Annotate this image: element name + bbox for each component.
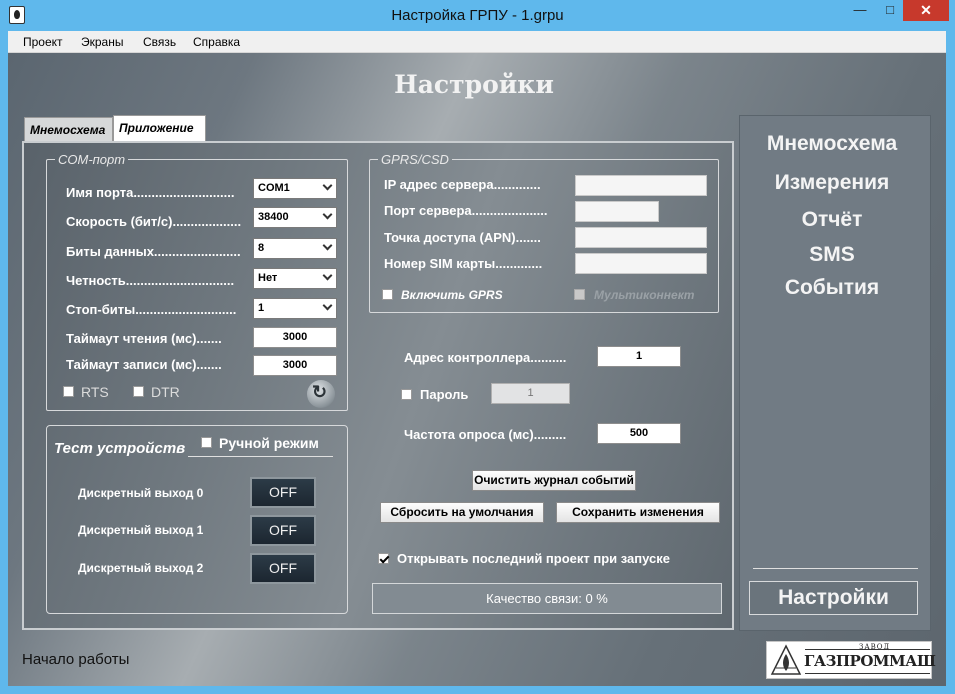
sim-input[interactable] xyxy=(575,253,707,274)
clear-log-button[interactable]: Очистить журнал событий xyxy=(472,470,636,491)
chevron-down-icon xyxy=(322,209,333,220)
minimize-button[interactable]: — xyxy=(843,0,877,21)
status-text: Начало работы xyxy=(22,651,130,668)
server-port-label: Порт сервера..................... xyxy=(384,203,548,218)
save-button[interactable]: Сохранить изменения xyxy=(556,502,720,523)
dtr-checkbox[interactable] xyxy=(133,386,144,397)
nav-sms[interactable]: SMS xyxy=(742,243,922,267)
enable-gprs-checkbox[interactable] xyxy=(382,289,393,300)
close-button[interactable]: ✕ xyxy=(903,0,949,21)
password-checkbox[interactable] xyxy=(401,389,412,400)
port-name-select[interactable]: COM1 xyxy=(253,178,337,199)
refresh-icon[interactable] xyxy=(307,380,335,408)
speed-select[interactable]: 38400 xyxy=(253,207,337,228)
menu-screens[interactable]: Экраны xyxy=(81,35,123,49)
multiconnect-label: Мультиконнект xyxy=(594,288,695,302)
link-quality-bar: Качество связи: 0 % xyxy=(372,583,722,614)
read-timeout-label: Таймаут чтения (мс)....... xyxy=(66,331,222,346)
open-last-project-checkbox[interactable] xyxy=(378,553,389,564)
page-title: Настройки xyxy=(394,70,554,99)
password-input[interactable]: 1 xyxy=(491,383,570,404)
device-test-title: Тест устройств xyxy=(54,440,186,457)
reset-defaults-button[interactable]: Сбросить на умолчания xyxy=(380,502,544,523)
nav-report[interactable]: Отчёт xyxy=(742,208,922,232)
password-label: Пароль xyxy=(420,387,469,402)
write-timeout-input[interactable]: 3000 xyxy=(253,355,337,376)
server-ip-input[interactable] xyxy=(575,175,707,196)
poll-rate-label: Частота опроса (мс)......... xyxy=(404,427,567,442)
multiconnect-checkbox[interactable] xyxy=(574,289,585,300)
chevron-down-icon xyxy=(322,270,333,281)
server-port-input[interactable] xyxy=(575,201,659,222)
menu-bar: Проект Экраны Связь Справка xyxy=(8,31,946,53)
digital-output-1-toggle[interactable]: OFF xyxy=(250,515,316,546)
poll-rate-input[interactable]: 500 xyxy=(597,423,681,444)
controller-address-input[interactable]: 1 xyxy=(597,346,681,367)
nav-mnemoscheme[interactable]: Мнемосхема xyxy=(742,132,922,156)
tab-application[interactable]: Приложение xyxy=(113,115,206,142)
title-bar: Настройка ГРПУ - 1.grpu — □ ✕ xyxy=(0,0,955,31)
read-timeout-input[interactable]: 3000 xyxy=(253,327,337,348)
parity-select[interactable]: Нет xyxy=(253,268,337,289)
apn-input[interactable] xyxy=(575,227,707,248)
maximize-button[interactable]: □ xyxy=(877,0,903,21)
controller-address-label: Адрес контроллера.......... xyxy=(404,350,567,365)
manual-mode-checkbox[interactable] xyxy=(201,437,212,448)
stop-bits-label: Стоп-биты............................ xyxy=(66,302,237,317)
com-port-legend: COM-порт xyxy=(58,152,126,167)
open-last-project-label: Открывать последний проект при запуске xyxy=(397,551,671,566)
digital-output-2-toggle[interactable]: OFF xyxy=(250,553,316,584)
logo-big-text: ГАЗПРОММАШ xyxy=(804,652,936,670)
parity-label: Четность.............................. xyxy=(66,273,235,288)
rts-checkbox[interactable] xyxy=(63,386,74,397)
chevron-down-icon xyxy=(322,180,333,191)
gprs-legend: GPRS/CSD xyxy=(381,152,449,167)
digital-output-2-label: Дискретный выход 2 xyxy=(78,561,204,575)
chevron-down-icon xyxy=(322,300,333,311)
manual-mode-label: Ручной режим xyxy=(219,435,319,451)
digital-output-0-toggle[interactable]: OFF xyxy=(250,477,316,508)
chevron-down-icon xyxy=(322,240,333,251)
nav-divider xyxy=(753,568,918,569)
menu-project[interactable]: Проект xyxy=(23,35,63,49)
enable-gprs-label: Включить GPRS xyxy=(401,288,503,302)
rts-label: RTS xyxy=(81,384,109,400)
window-title: Настройка ГРПУ - 1.grpu xyxy=(391,7,564,24)
menu-help[interactable]: Справка xyxy=(193,35,240,49)
tab-mnemoscheme[interactable]: Мнемосхема xyxy=(24,117,113,141)
logo-line-top xyxy=(805,649,930,650)
data-bits-label: Биты данных........................ xyxy=(66,244,241,259)
digital-output-1-label: Дискретный выход 1 xyxy=(78,523,204,537)
server-ip-label: IP адрес сервера............. xyxy=(384,177,541,192)
menu-connection[interactable]: Связь xyxy=(143,35,176,49)
speed-label: Скорость (бит/с)................... xyxy=(66,214,242,229)
gazprommash-emblem-icon xyxy=(770,644,802,675)
device-test-divider xyxy=(188,456,333,457)
nav-measurements[interactable]: Измерения xyxy=(742,171,922,195)
gazprommash-logo: ЗАВОД ГАЗПРОММАШ xyxy=(766,641,936,679)
digital-output-0-label: Дискретный выход 0 xyxy=(78,486,204,500)
write-timeout-label: Таймаут записи (мс)....... xyxy=(66,357,222,372)
nav-settings[interactable]: Настройки xyxy=(749,581,918,615)
port-name-label: Имя порта............................ xyxy=(66,185,235,200)
logo-line-bottom xyxy=(805,673,930,674)
data-bits-select[interactable]: 8 xyxy=(253,238,337,259)
nav-events[interactable]: События xyxy=(742,276,922,300)
dtr-label: DTR xyxy=(151,384,180,400)
stop-bits-select[interactable]: 1 xyxy=(253,298,337,319)
apn-label: Точка доступа (APN)....... xyxy=(384,230,541,245)
sim-label: Номер SIM карты............. xyxy=(384,256,543,271)
